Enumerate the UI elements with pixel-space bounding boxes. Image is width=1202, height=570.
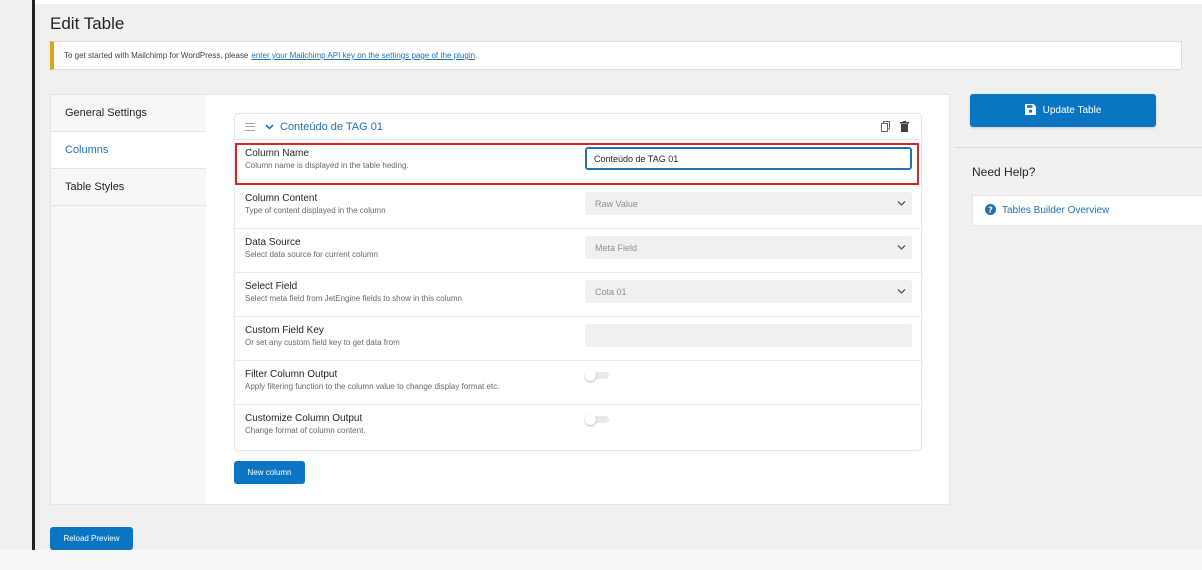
- save-icon: [1024, 103, 1036, 118]
- row-column-content: Column Content Type of content displayed…: [235, 184, 923, 228]
- column-title[interactable]: Conteúdo de TAG 01: [280, 121, 383, 133]
- filter-output-desc: Apply filtering function to the column v…: [245, 382, 500, 391]
- row-custom-field-key: Custom Field Key Or set any custom field…: [235, 316, 923, 360]
- column-name-control: [585, 147, 912, 170]
- update-table-label: Update Table: [1042, 105, 1102, 116]
- tab-table-styles[interactable]: Table Styles: [51, 169, 206, 206]
- tab-general-settings[interactable]: General Settings: [51, 95, 206, 132]
- update-table-button[interactable]: Update Table: [970, 94, 1156, 127]
- data-source-select[interactable]: Meta Field: [585, 236, 912, 259]
- new-column-button[interactable]: New column: [234, 461, 305, 484]
- columns-panel: Conteúdo de TAG 01 Column Name Column na…: [206, 94, 950, 505]
- copy-icon[interactable]: [881, 121, 890, 132]
- row-column-name: Column Name Column name is displayed in …: [235, 139, 923, 184]
- select-field-select[interactable]: Cota 01: [585, 280, 912, 303]
- select-field-label: Select Field: [245, 281, 298, 292]
- trash-icon[interactable]: [900, 121, 909, 132]
- customize-output-toggle[interactable]: [585, 414, 609, 425]
- column-content-select[interactable]: Raw Value: [585, 192, 912, 215]
- notice-text: To get started with Mailchimp for WordPr…: [64, 51, 249, 60]
- custom-field-key-control: [585, 324, 912, 347]
- help-link-tables-builder[interactable]: ? Tables Builder Overview: [972, 195, 1202, 226]
- column-card: Conteúdo de TAG 01 Column Name Column na…: [234, 113, 923, 451]
- row-select-field: Select Field Select meta field from JetE…: [235, 272, 923, 316]
- data-source-label: Data Source: [245, 237, 301, 248]
- data-source-control: Meta Field: [585, 236, 912, 259]
- help-link-label: Tables Builder Overview: [1002, 205, 1110, 216]
- admin-sidebar-border: [32, 0, 35, 550]
- toggle-knob: [585, 370, 596, 381]
- notice-suffix: .: [475, 51, 478, 60]
- row-filter-column-output: Filter Column Output Apply filtering fun…: [235, 360, 923, 404]
- tab-columns[interactable]: Columns: [51, 132, 207, 169]
- filter-output-label: Filter Column Output: [245, 369, 338, 380]
- data-source-value: Meta Field: [595, 242, 638, 253]
- column-name-desc: Column name is displayed in the table he…: [245, 161, 409, 170]
- top-bar-edge: [35, 0, 1202, 4]
- chevron-down-icon: [897, 198, 906, 210]
- toggle-knob: [585, 414, 596, 425]
- mailchimp-notice: To get started with Mailchimp for WordPr…: [50, 41, 1182, 70]
- row-data-source: Data Source Select data source for curre…: [235, 228, 923, 272]
- custom-field-key-label: Custom Field Key: [245, 325, 324, 336]
- column-name-input[interactable]: [585, 147, 912, 170]
- question-icon: ?: [985, 203, 996, 218]
- column-content-desc: Type of content displayed in the column: [245, 206, 386, 215]
- custom-field-key-input[interactable]: [585, 324, 912, 347]
- column-name-label: Column Name: [245, 148, 309, 159]
- column-actions: [881, 121, 909, 132]
- column-content-value: Raw Value: [595, 198, 638, 209]
- svg-text:?: ?: [988, 205, 993, 214]
- chevron-down-icon: [897, 242, 906, 254]
- custom-field-key-desc: Or set any custom field key to get data …: [245, 338, 400, 347]
- notice-settings-link[interactable]: enter your Mailchimp API key on the sett…: [251, 51, 475, 60]
- page-title: Edit Table: [50, 14, 125, 33]
- drag-handle-icon[interactable]: [245, 122, 255, 131]
- select-field-desc: Select meta field from JetEngine fields …: [245, 294, 462, 303]
- select-field-control: Cota 01: [585, 280, 912, 303]
- column-content-label: Column Content: [245, 193, 318, 204]
- column-card-header[interactable]: Conteúdo de TAG 01: [235, 114, 921, 139]
- chevron-down-icon[interactable]: [264, 122, 274, 132]
- customize-output-desc: Change format of column content.: [245, 426, 366, 435]
- reload-preview-button[interactable]: Reload Preview: [50, 527, 133, 550]
- column-content-control: Raw Value: [585, 192, 912, 215]
- footer-strip: [0, 550, 1202, 570]
- filter-output-toggle[interactable]: [585, 370, 609, 381]
- need-help-heading: Need Help?: [972, 165, 1036, 179]
- customize-output-label: Customize Column Output: [245, 413, 363, 424]
- chevron-down-icon: [897, 286, 906, 298]
- settings-tabs: General Settings Columns Table Styles: [50, 94, 207, 505]
- sidebar-divider: [955, 147, 1202, 148]
- data-source-desc: Select data source for current column: [245, 250, 378, 259]
- row-customize-column-output: Customize Column Output Change format of…: [235, 404, 923, 451]
- select-field-value: Cota 01: [595, 286, 627, 297]
- admin-sidebar-edge: [0, 0, 35, 570]
